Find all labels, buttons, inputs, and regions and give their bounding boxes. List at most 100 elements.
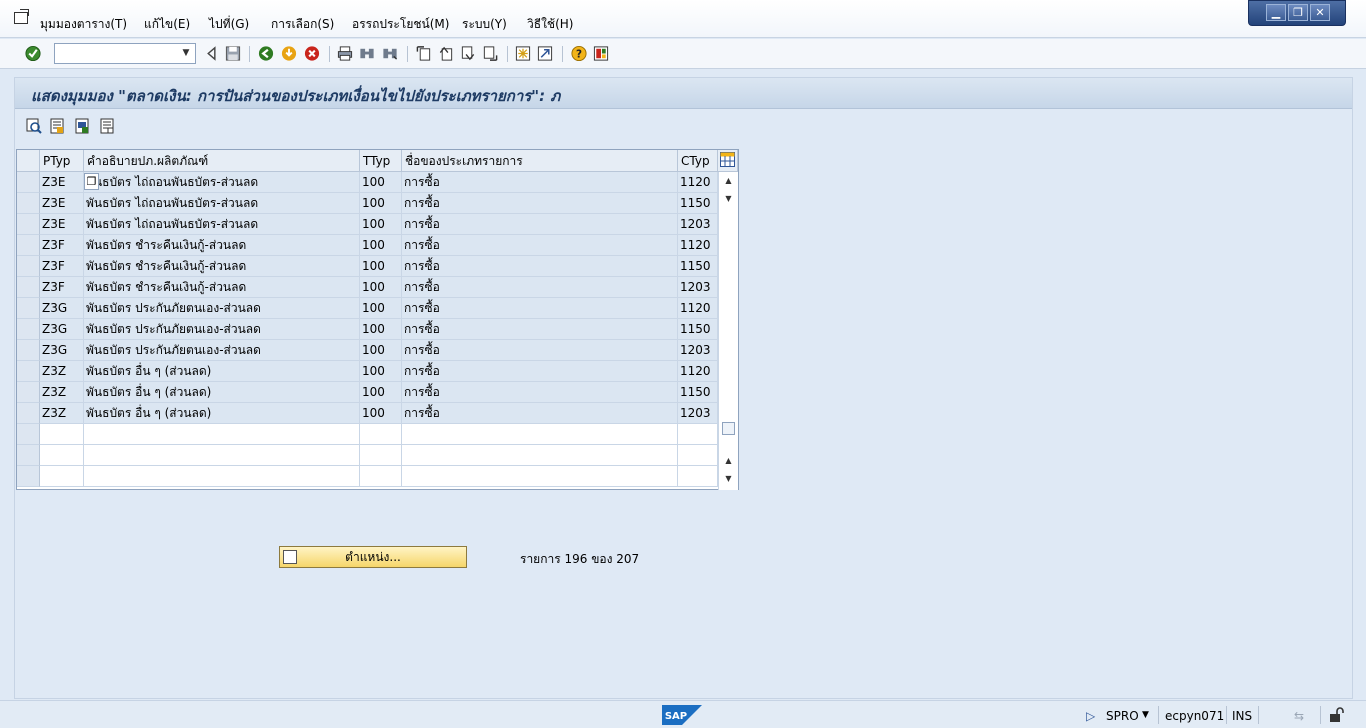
scroll-page-up-icon[interactable]: ▲ [719, 454, 738, 468]
cell-transaction-type-name[interactable] [402, 424, 678, 445]
menu-system[interactable]: ระบบ(Y) [462, 15, 507, 34]
cell-ctyp[interactable]: 1120 [678, 235, 718, 256]
table-row[interactable]: Z3G พันธบัตร ประกันภัยตนเอง-ส่วนลด 100 การซ… [17, 340, 718, 361]
cell-product-type-description[interactable] [84, 424, 360, 445]
green-back-icon[interactable] [257, 45, 275, 62]
cell-ptyp[interactable]: Z3E [40, 193, 84, 214]
cell-transaction-type-name[interactable]: การซื้อ [402, 403, 678, 424]
cell-transaction-type-name[interactable]: การซื้อ [402, 256, 678, 277]
cell-product-type-description[interactable]: พันธบัตร ไถ่ถอนพันธบัตร-ส่วนลด [84, 193, 360, 214]
row-selector[interactable] [17, 445, 40, 466]
cell-ptyp[interactable]: Z3G [40, 298, 84, 319]
cell-ctyp[interactable] [678, 424, 718, 445]
row-selector[interactable] [17, 340, 40, 361]
select-block-icon[interactable] [74, 118, 90, 134]
cell-ptyp[interactable]: Z3Z [40, 403, 84, 424]
cell-ptyp[interactable] [40, 445, 84, 466]
column-header-ttyp[interactable]: TTyp [360, 150, 402, 172]
customize-layout-icon[interactable] [592, 45, 610, 62]
table-row[interactable]: Z3G พันธบัตร ประกันภัยตนเอง-ส่วนลด 100 การซ… [17, 298, 718, 319]
cell-product-type-description[interactable]: พันธบัตร ประกันภัยตนเอง-ส่วนลด [84, 340, 360, 361]
position-button[interactable]: ตำแหน่ง... [279, 546, 467, 568]
cell-ptyp[interactable] [40, 424, 84, 445]
cell-transaction-type-name[interactable]: การซื้อ [402, 340, 678, 361]
cell-ctyp[interactable]: 1120 [678, 298, 718, 319]
row-selector[interactable] [17, 466, 40, 487]
row-selector[interactable] [17, 193, 40, 214]
create-session-icon[interactable] [514, 45, 532, 62]
cell-ttyp[interactable]: 100 [360, 361, 402, 382]
cell-ptyp[interactable]: Z3E [40, 172, 84, 193]
table-row[interactable]: Z3E พันธบัตร ไถ่ถอนพันธบัตร-ส่วนลด 100 การซ… [17, 193, 718, 214]
column-header-ptyp[interactable]: PTyp [40, 150, 84, 172]
close-icon[interactable]: ✕ [1310, 4, 1330, 21]
column-settings-icon[interactable] [718, 150, 738, 172]
input-mode[interactable]: INS [1232, 709, 1252, 723]
cell-ptyp[interactable]: Z3F [40, 256, 84, 277]
row-selector[interactable] [17, 319, 40, 340]
cell-ttyp[interactable]: 100 [360, 382, 402, 403]
cell-product-type-description[interactable]: พันธบัตร ไถ่ถอนพันธบัตร-ส่วนลด ❐ [84, 172, 360, 193]
cell-product-type-description[interactable]: พันธบัตร ชำระคืนเงินกู้-ส่วนลด [84, 256, 360, 277]
cell-ptyp[interactable]: Z3F [40, 235, 84, 256]
row-selector[interactable] [17, 403, 40, 424]
menu-help[interactable]: วิธีใช้(H) [527, 15, 573, 34]
copy-icon[interactable]: ❐ [84, 173, 99, 190]
vertical-scrollbar[interactable]: ▲ ▼ ▲ ▼ [718, 172, 738, 490]
cell-ttyp[interactable]: 100 [360, 256, 402, 277]
cell-ctyp[interactable] [678, 466, 718, 487]
cell-transaction-type-name[interactable] [402, 445, 678, 466]
cell-ttyp[interactable]: 100 [360, 340, 402, 361]
cell-transaction-type-name[interactable]: การซื้อ [402, 298, 678, 319]
menu-selection[interactable]: การเลือก(S) [271, 15, 334, 34]
row-selector[interactable] [17, 298, 40, 319]
cell-ttyp[interactable]: 100 [360, 214, 402, 235]
cell-ptyp[interactable]: Z3F [40, 277, 84, 298]
next-page-icon[interactable] [459, 45, 477, 62]
column-header-product-type-description[interactable]: คำอธิบายปภ.ผลิตภัณฑ์ [84, 150, 360, 172]
cell-ptyp[interactable]: Z3G [40, 340, 84, 361]
table-row[interactable]: Z3Z พันธบัตร อื่น ๆ (ส่วนลด) 100 การซื้อ 120… [17, 403, 718, 424]
chevron-down-icon[interactable]: ▼ [177, 44, 195, 63]
menu-utilities[interactable]: อรรถประโยชน์(M) [352, 15, 449, 34]
cell-ttyp[interactable] [360, 424, 402, 445]
cell-ctyp[interactable]: 1203 [678, 277, 718, 298]
cell-ttyp[interactable] [360, 466, 402, 487]
cell-ctyp[interactable]: 1150 [678, 319, 718, 340]
table-row[interactable]: Z3F พันธบัตร ชำระคืนเงินกู้-ส่วนลด 100 การซ… [17, 277, 718, 298]
cell-ttyp[interactable] [360, 445, 402, 466]
cell-transaction-type-name[interactable]: การซื้อ [402, 382, 678, 403]
command-field[interactable]: ▼ [54, 43, 196, 64]
cell-product-type-description[interactable]: พันธบัตร ไถ่ถอนพันธบัตร-ส่วนลด [84, 214, 360, 235]
cell-ctyp[interactable]: 1120 [678, 361, 718, 382]
cell-ctyp[interactable] [678, 445, 718, 466]
select-all-icon[interactable] [49, 118, 65, 134]
first-page-icon[interactable] [415, 45, 433, 62]
cell-transaction-type-name[interactable]: การซื้อ [402, 361, 678, 382]
find-icon[interactable] [358, 45, 376, 62]
details-icon[interactable] [26, 118, 42, 134]
menu-table-view[interactable]: มุมมองตาราง(T) [40, 15, 127, 34]
cell-ttyp[interactable]: 100 [360, 298, 402, 319]
lock-icon[interactable] [1328, 707, 1344, 723]
save-icon[interactable] [224, 45, 242, 62]
restore-icon[interactable]: ❐ [1288, 4, 1308, 21]
cell-product-type-description[interactable]: พันธบัตร ประกันภัยตนเอง-ส่วนลด [84, 298, 360, 319]
select-all-column-header[interactable] [17, 150, 40, 172]
cell-ctyp[interactable]: 1150 [678, 382, 718, 403]
cell-transaction-type-name[interactable]: การซื้อ [402, 214, 678, 235]
row-selector[interactable] [17, 277, 40, 298]
table-row[interactable]: Z3E พันธบัตร ไถ่ถอนพันธบัตร-ส่วนลด 100 การซ… [17, 214, 718, 235]
row-selector[interactable] [17, 382, 40, 403]
back-icon[interactable] [203, 45, 221, 62]
cell-transaction-type-name[interactable]: การซื้อ [402, 277, 678, 298]
cell-ttyp[interactable]: 100 [360, 172, 402, 193]
cancel-icon[interactable] [303, 45, 321, 62]
row-selector[interactable] [17, 214, 40, 235]
cell-ptyp[interactable]: Z3Z [40, 361, 84, 382]
cell-ctyp[interactable]: 1203 [678, 403, 718, 424]
cell-transaction-type-name[interactable]: การซื้อ [402, 193, 678, 214]
scroll-thumb[interactable] [722, 422, 735, 435]
cell-ttyp[interactable]: 100 [360, 235, 402, 256]
cell-ttyp[interactable]: 100 [360, 403, 402, 424]
